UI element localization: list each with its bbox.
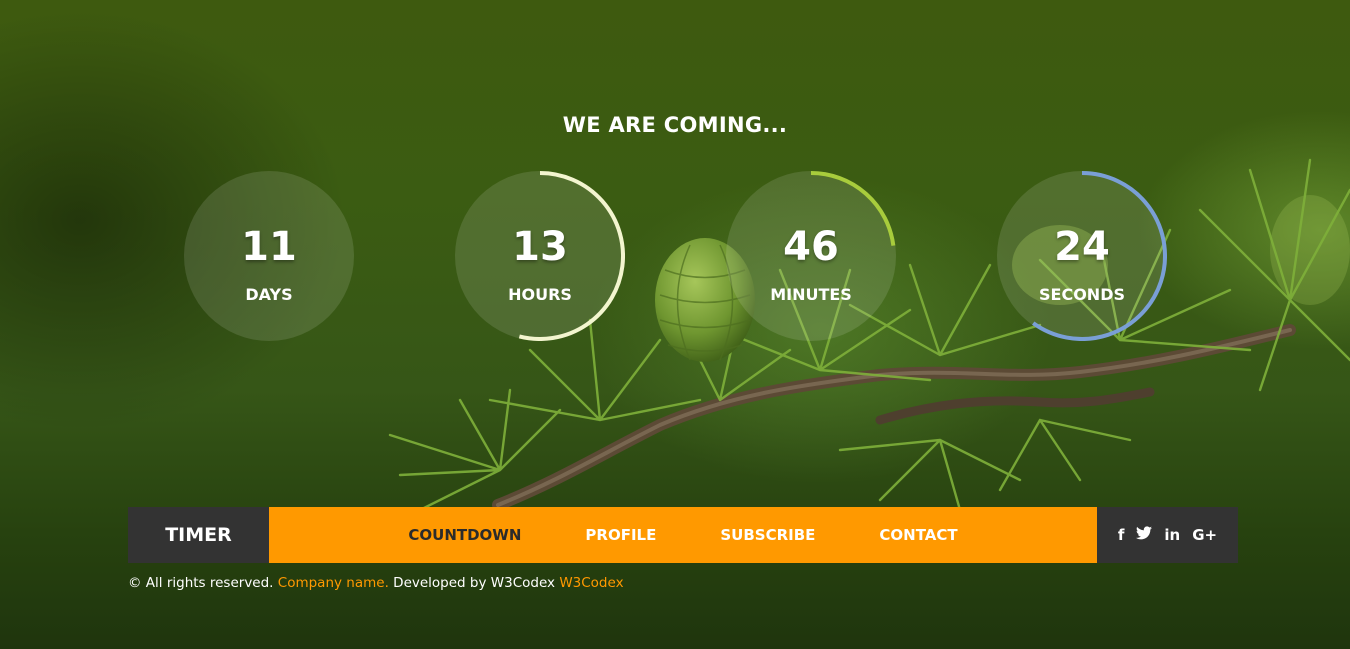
developed-by-text: Developed by W3Codex <box>393 575 556 591</box>
days-label: DAYS <box>245 285 293 304</box>
google-plus-icon[interactable]: G+ <box>1192 526 1217 544</box>
nav-item-profile[interactable]: PROFILE <box>553 526 688 544</box>
main-navbar: TIMER COUNTDOWN PROFILE SUBSCRIBE CONTAC… <box>128 507 1238 563</box>
hours-value: 13 <box>512 224 568 270</box>
social-links: f in G+ <box>1097 507 1238 563</box>
nav-item-subscribe[interactable]: SUBSCRIBE <box>688 526 847 544</box>
company-link[interactable]: Company name. <box>278 575 389 591</box>
seconds-label: SECONDS <box>1039 285 1125 304</box>
page-headline: WE ARE COMING... <box>562 113 788 137</box>
rights-text: All rights reserved. <box>145 575 274 591</box>
countdown-days: 11 DAYS <box>184 171 354 341</box>
twitter-icon[interactable] <box>1136 526 1153 544</box>
nav-item-countdown[interactable]: COUNTDOWN <box>376 526 553 544</box>
linkedin-icon[interactable]: in <box>1164 526 1180 544</box>
page-footer: © All rights reserved. Company name. Dev… <box>128 574 624 592</box>
countdown-hours: 13 HOURS <box>455 171 625 341</box>
minutes-value: 46 <box>783 224 839 270</box>
copyright-symbol: © <box>128 575 142 591</box>
seconds-value: 24 <box>1054 224 1110 270</box>
hours-label: HOURS <box>508 285 572 304</box>
brand-logo[interactable]: TIMER <box>128 507 269 563</box>
days-value: 11 <box>241 224 297 270</box>
minutes-label: MINUTES <box>770 285 852 304</box>
nav-menu: COUNTDOWN PROFILE SUBSCRIBE CONTACT <box>269 507 1097 563</box>
countdown-minutes: 46 MINUTES <box>726 171 896 341</box>
countdown-seconds: 24 SECONDS <box>997 171 1167 341</box>
nav-item-contact[interactable]: CONTACT <box>847 526 989 544</box>
developer-link[interactable]: W3Codex <box>559 575 623 591</box>
facebook-icon[interactable]: f <box>1118 526 1125 544</box>
